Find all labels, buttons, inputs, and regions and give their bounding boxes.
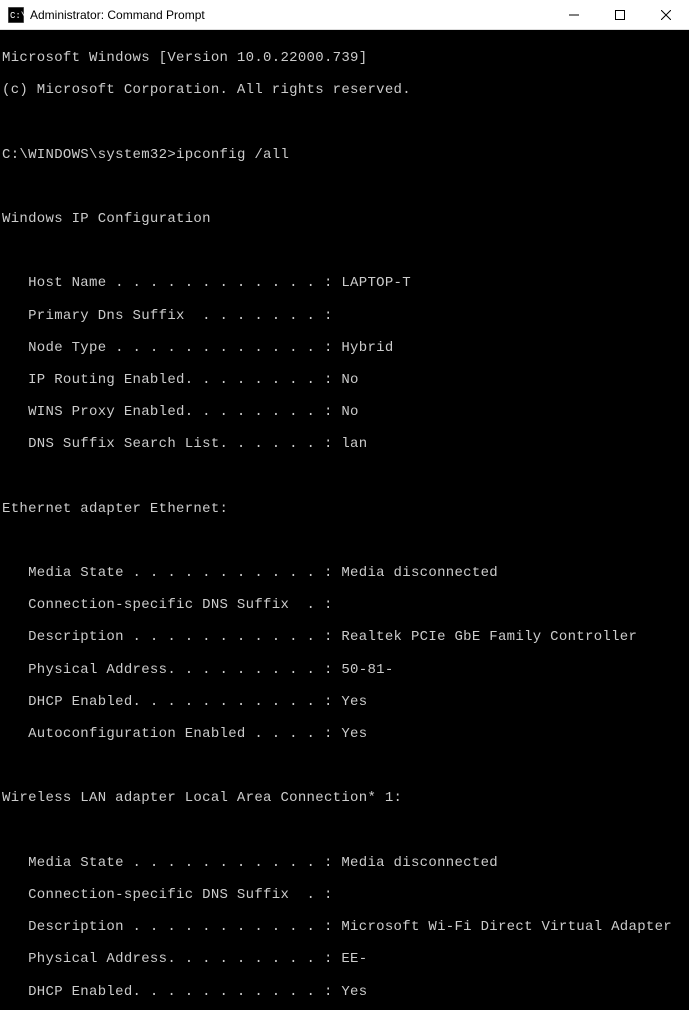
eth-desc-line: Description . . . . . . . . . . . : Real… <box>2 629 687 645</box>
wlan-media-line: Media State . . . . . . . . . . . : Medi… <box>2 855 687 871</box>
wins-proxy-line: WINS Proxy Enabled. . . . . . . . : No <box>2 404 687 420</box>
prompt: C:\WINDOWS\system32> <box>2 147 176 163</box>
ethernet-header: Ethernet adapter Ethernet: <box>2 501 687 517</box>
eth-auto-line: Autoconfiguration Enabled . . . . : Yes <box>2 726 687 742</box>
dns-suffix-line: Primary Dns Suffix . . . . . . . : <box>2 308 687 324</box>
wlan-dhcp-line: DHCP Enabled. . . . . . . . . . . : Yes <box>2 984 687 1000</box>
wlan-dns-line: Connection-specific DNS Suffix . : <box>2 887 687 903</box>
blank-line <box>2 533 687 549</box>
window-controls <box>551 0 689 30</box>
command: ipconfig /all <box>176 147 289 163</box>
eth-dhcp-line: DHCP Enabled. . . . . . . . . . . : Yes <box>2 694 687 710</box>
blank-line <box>2 114 687 130</box>
window-title: Administrator: Command Prompt <box>30 8 551 22</box>
node-type-line: Node Type . . . . . . . . . . . . : Hybr… <box>2 340 687 356</box>
eth-phys-line: Physical Address. . . . . . . . . : 50-8… <box>2 662 687 678</box>
svg-text:C:\: C:\ <box>10 11 24 21</box>
section-header: Windows IP Configuration <box>2 211 687 227</box>
wlan-desc-line: Description . . . . . . . . . . . : Micr… <box>2 919 687 935</box>
blank-line <box>2 469 687 485</box>
blank-line <box>2 179 687 195</box>
version-line: Microsoft Windows [Version 10.0.22000.73… <box>2 50 687 66</box>
wlan-phys-line: Physical Address. . . . . . . . . : EE- <box>2 951 687 967</box>
blank-line <box>2 758 687 774</box>
titlebar: C:\ Administrator: Command Prompt <box>0 0 689 30</box>
hostname-line: Host Name . . . . . . . . . . . . : LAPT… <box>2 275 687 291</box>
ip-routing-line: IP Routing Enabled. . . . . . . . : No <box>2 372 687 388</box>
blank-line <box>2 823 687 839</box>
wlan-header: Wireless LAN adapter Local Area Connecti… <box>2 790 687 806</box>
blank-line <box>2 243 687 259</box>
cmd-icon: C:\ <box>8 7 24 23</box>
close-button[interactable] <box>643 0 689 30</box>
prompt-line: C:\WINDOWS\system32>ipconfig /all <box>2 147 687 163</box>
terminal-output[interactable]: Microsoft Windows [Version 10.0.22000.73… <box>0 30 689 1010</box>
eth-dns-line: Connection-specific DNS Suffix . : <box>2 597 687 613</box>
copyright-line: (c) Microsoft Corporation. All rights re… <box>2 82 687 98</box>
eth-media-line: Media State . . . . . . . . . . . : Medi… <box>2 565 687 581</box>
dns-search-line: DNS Suffix Search List. . . . . . : lan <box>2 436 687 452</box>
maximize-button[interactable] <box>597 0 643 30</box>
minimize-button[interactable] <box>551 0 597 30</box>
